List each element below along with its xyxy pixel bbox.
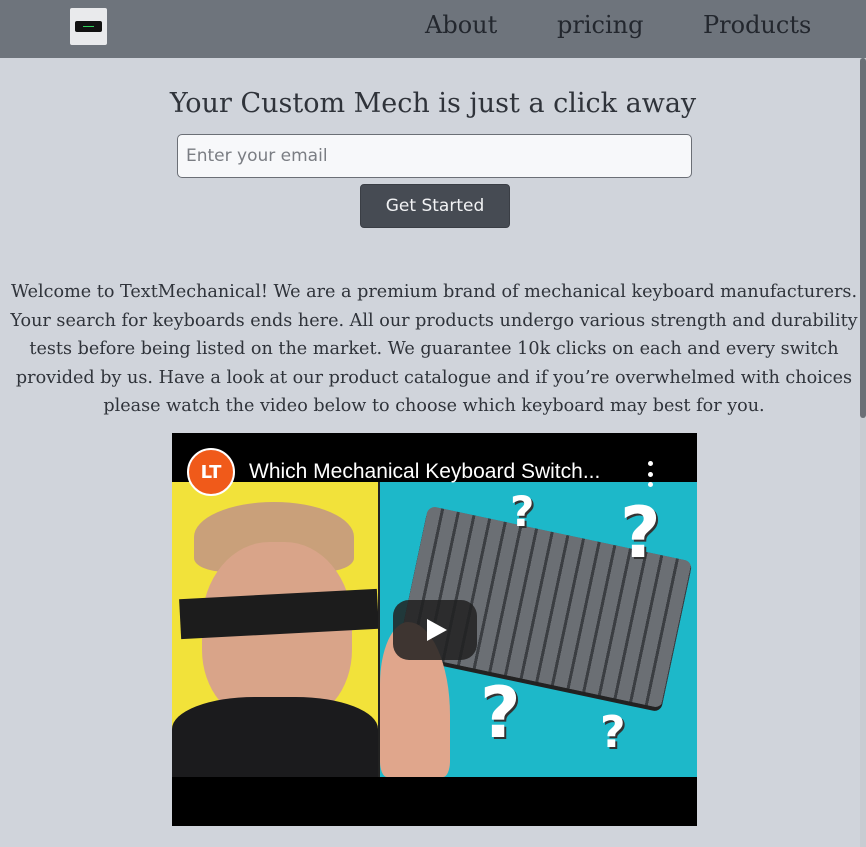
kebab-menu-icon[interactable] [642, 461, 658, 487]
nav-link-about[interactable]: About [425, 11, 497, 39]
video-thumbnail-person [172, 482, 379, 777]
video-embed[interactable]: ? ? ? ? LT Which Mechanical Keyboard Swi… [172, 433, 697, 826]
channel-avatar-icon[interactable]: LT [187, 448, 235, 496]
email-input[interactable] [177, 134, 692, 178]
scrollbar[interactable] [860, 58, 866, 847]
nav-link-products[interactable]: Products [703, 11, 811, 39]
navbar: About pricing Products [0, 0, 866, 58]
video-title[interactable]: Which Mechanical Keyboard Switch... [249, 460, 600, 484]
welcome-text: Welcome to TextMechanical! We are a prem… [10, 282, 858, 416]
get-started-button[interactable]: Get Started [360, 184, 510, 228]
play-icon[interactable] [393, 600, 477, 660]
hero-title: Your Custom Mech is just a click away [169, 88, 697, 119]
nav-link-pricing[interactable]: pricing [557, 11, 643, 39]
keyboard-logo-icon[interactable] [70, 8, 107, 45]
